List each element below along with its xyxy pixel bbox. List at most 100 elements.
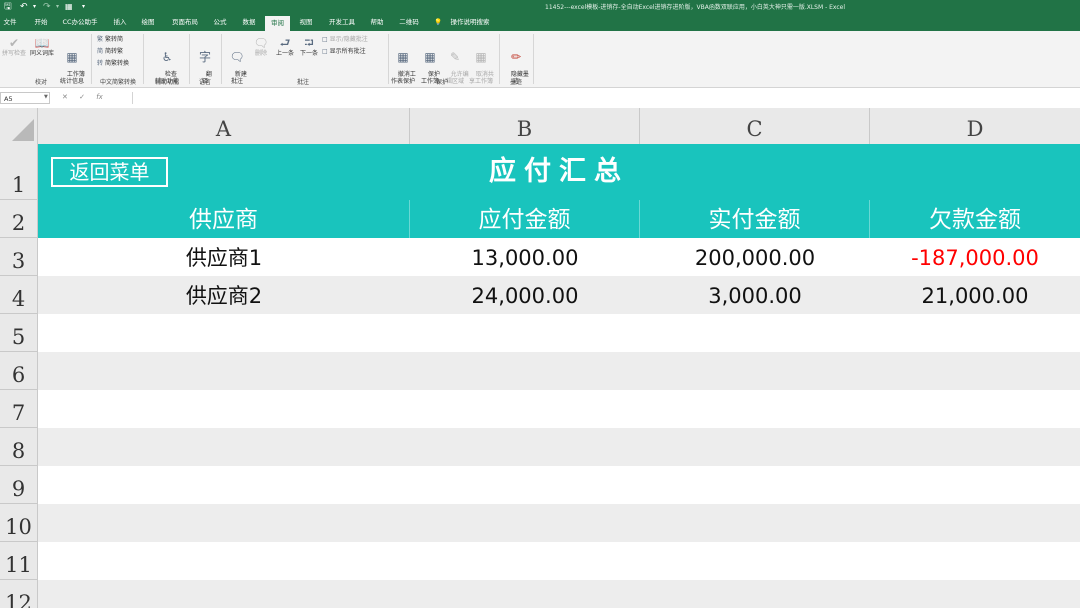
row-header[interactable]: 6 — [0, 352, 37, 390]
previous-comment-button[interactable]: ⮐ 上一条 — [273, 36, 297, 57]
row-header[interactable]: 12 — [0, 580, 37, 608]
redo-icon[interactable]: ↷ — [43, 1, 51, 13]
table-row: 供应商2 24,000.00 3,000.00 21,000.00 — [38, 276, 1080, 314]
back-to-menu-button[interactable]: 返回菜单 — [51, 157, 168, 187]
header-amount-paid: 实付金额 — [640, 200, 870, 238]
row-header[interactable]: 4 — [0, 276, 37, 314]
formula-bar: A5 ▼ ✕ ✓ fx — [0, 88, 1080, 109]
enter-icon[interactable]: ✓ — [79, 93, 85, 101]
tab-formulas[interactable]: 公式 — [208, 14, 232, 31]
translate-icon: 字 — [198, 50, 211, 64]
undo-dropdown-icon[interactable]: ▾ — [33, 1, 36, 13]
amount-owed-cell[interactable]: -187,000.00 — [870, 238, 1080, 276]
simp-trad-convert-button[interactable]: 转简繁转换 — [97, 60, 129, 68]
show-hide-comment-button[interactable]: □ 显示/隐藏批注 — [322, 36, 368, 44]
row-header[interactable]: 2 — [0, 200, 37, 238]
tab-file[interactable]: 文件 — [0, 14, 20, 31]
unshare-workbook-button[interactable]: ▦ 取消共 享工作簿 — [468, 36, 494, 92]
unprotect-sheet-button[interactable]: ▦ 撤消工 作表保护 — [390, 36, 416, 92]
column-header-b[interactable]: B — [410, 108, 640, 144]
redo-dropdown-icon[interactable]: ▾ — [56, 1, 59, 13]
tab-draw[interactable]: 绘图 — [136, 14, 160, 31]
undo-icon[interactable]: ↶ — [20, 1, 28, 13]
cancel-icon[interactable]: ✕ — [62, 93, 68, 101]
tab-home[interactable]: 开始 — [28, 14, 54, 31]
tab-developer[interactable]: 开发工具 — [322, 14, 362, 31]
sheet-grid: 应付汇总 返回菜单 供应商 应付金额 实付金额 欠款金额 供应商1 13,000… — [38, 144, 1080, 608]
row-header[interactable]: 7 — [0, 390, 37, 428]
empty-row[interactable] — [38, 580, 1080, 608]
amount-paid-cell[interactable]: 200,000.00 — [640, 238, 870, 276]
row-header[interactable]: 8 — [0, 428, 37, 466]
group-separator — [143, 34, 144, 84]
formula-input[interactable] — [132, 92, 1080, 104]
empty-row[interactable] — [38, 314, 1080, 352]
amount-payable-cell[interactable]: 13,000.00 — [410, 238, 640, 276]
screenshot-icon[interactable]: ▦ — [65, 1, 73, 13]
row-header[interactable]: 11 — [0, 542, 37, 580]
new-comment-button[interactable]: 🗨 新建 批注 — [226, 36, 248, 92]
amount-payable-cell[interactable]: 24,000.00 — [410, 276, 640, 314]
tab-page-layout[interactable]: 页面布局 — [164, 14, 206, 31]
row-header[interactable]: 5 — [0, 314, 37, 352]
formula-buttons: ✕ ✓ fx — [62, 93, 112, 101]
row-header[interactable]: 1 — [0, 144, 37, 200]
workbook-lock-icon: ▦ — [424, 50, 436, 64]
convert-icon: 转 — [97, 60, 104, 67]
empty-row[interactable] — [38, 466, 1080, 504]
title-row: 应付汇总 返回菜单 — [38, 144, 1080, 200]
trad-to-simp-button[interactable]: 繁繁转简 — [97, 36, 123, 44]
row-header[interactable]: 3 — [0, 238, 37, 276]
group-label-ink: 墨迹 — [509, 79, 522, 86]
thesaurus-button[interactable]: 📖 同义词库 — [28, 36, 56, 57]
empty-row[interactable] — [38, 504, 1080, 542]
group-label-accessibility: 辅助功能 — [154, 79, 179, 86]
tab-cc-assistant[interactable]: CC办公助手 — [56, 14, 104, 31]
tab-help[interactable]: 帮助 — [364, 14, 390, 31]
group-separator — [388, 34, 389, 84]
supplier-cell[interactable]: 供应商2 — [38, 276, 410, 314]
group-separator — [91, 34, 92, 84]
tab-view[interactable]: 视图 — [294, 14, 318, 31]
empty-row[interactable] — [38, 542, 1080, 580]
group-label-chinese: 中文简繁转换 — [99, 79, 136, 86]
insert-function-icon[interactable]: fx — [96, 93, 103, 101]
save-icon[interactable]: 🖫 — [4, 1, 12, 13]
show-all-comments-button[interactable]: □ 显示所有批注 — [322, 48, 366, 56]
ribbon-tabs: 文件 开始 CC办公助手 插入 绘图 页面布局 公式 数据 审阅 视图 开发工具… — [0, 14, 1080, 31]
column-header-d[interactable]: D — [870, 108, 1080, 144]
chevron-down-icon[interactable]: ▼ — [44, 94, 48, 100]
tab-data[interactable]: 数据 — [236, 14, 262, 31]
column-headers: A B C D — [0, 108, 1080, 145]
empty-row[interactable] — [38, 428, 1080, 466]
select-all-triangle-icon — [12, 119, 34, 141]
window-title: 11452---excel模板-进销存-全自动Excel进销存进阶版，VBA函数… — [545, 4, 846, 11]
workbook-stats-button[interactable]: ▦ 工作簿 统计信息 — [57, 36, 87, 92]
tell-me-search[interactable]: 操作说明搜索 — [446, 14, 494, 31]
supplier-cell[interactable]: 供应商1 — [38, 238, 410, 276]
group-label-proofing: 校对 — [34, 79, 47, 86]
tab-review[interactable]: 审阅 — [265, 16, 290, 31]
customize-qat-icon[interactable]: ▾ — [82, 1, 85, 13]
group-label-comments: 批注 — [296, 79, 309, 86]
tab-qrcode[interactable]: 二维码 — [393, 14, 425, 31]
column-header-c[interactable]: C — [640, 108, 870, 144]
delete-comment-icon: 🗨 — [253, 36, 269, 50]
next-comment-button[interactable]: ⮒ 下一条 — [297, 36, 321, 57]
tab-insert[interactable]: 插入 — [108, 14, 132, 31]
select-all-button[interactable] — [0, 108, 38, 144]
row-header[interactable]: 9 — [0, 466, 37, 504]
simp-to-trad-button[interactable]: 简简转繁 — [97, 48, 123, 56]
amount-paid-cell[interactable]: 3,000.00 — [640, 276, 870, 314]
empty-row[interactable] — [38, 352, 1080, 390]
row-header[interactable]: 10 — [0, 504, 37, 542]
spelling-button[interactable]: ✔ 拼写检查 — [1, 36, 27, 57]
delete-comment-button[interactable]: 🗨 删除 — [250, 36, 272, 57]
name-box[interactable]: A5 — [0, 92, 50, 104]
column-header-a[interactable]: A — [38, 108, 410, 144]
group-separator — [499, 34, 500, 84]
ribbon: ✔ 拼写检查 📖 同义词库 ▦ 工作簿 统计信息 校对 繁繁转简 简简转繁 转简… — [0, 31, 1080, 88]
empty-row[interactable] — [38, 390, 1080, 428]
spelling-check-icon: ✔ — [8, 36, 20, 50]
amount-owed-cell[interactable]: 21,000.00 — [870, 276, 1080, 314]
